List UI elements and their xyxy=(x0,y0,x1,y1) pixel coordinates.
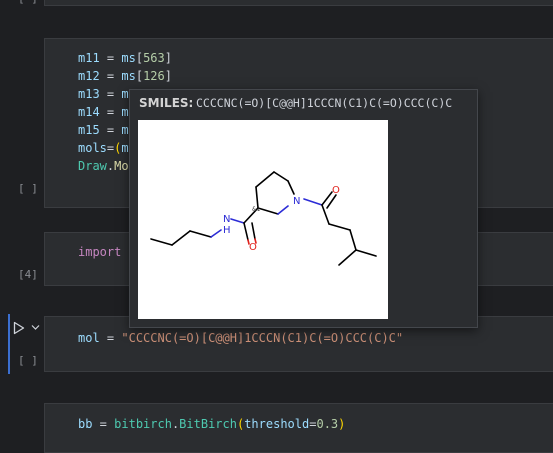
smiles-hover-tooltip: SMILES: CCCCNC(=O)[C@@H]1CCCN(C1)C(=O)CC… xyxy=(129,89,478,328)
code-line[interactable]: bb = bitbirch.BitBirch(threshold=0.3) xyxy=(78,415,345,433)
execution-count: [4] xyxy=(18,268,38,281)
code-line[interactable]: import xyxy=(78,243,121,261)
code-line[interactable]: m14 = m xyxy=(78,103,129,121)
code-line[interactable]: m13 = m xyxy=(78,85,129,103)
code-line[interactable]: m11 = ms[563] xyxy=(78,49,172,67)
notebook-cell-partial[interactable] xyxy=(44,0,553,6)
molecule-structure-image: N H O N O &1 xyxy=(138,120,388,319)
code-line[interactable]: mols=(m xyxy=(78,139,129,157)
atom-label: O xyxy=(249,242,257,253)
stereo-label: &1 xyxy=(252,206,261,213)
code-line[interactable]: mol = "CCCCNC(=O)[C@@H]1CCCN(C1)C(=O)CCC… xyxy=(78,329,403,347)
atom-label: H xyxy=(223,225,231,236)
code-line[interactable]: Draw.Mo xyxy=(78,157,129,175)
active-cell-indicator xyxy=(8,314,10,374)
execution-count: [ ] xyxy=(18,182,38,195)
chevron-down-icon[interactable] xyxy=(31,324,40,331)
cell-fold-label: [ ] xyxy=(18,0,38,5)
code-line[interactable]: m12 = ms[126] xyxy=(78,67,172,85)
smiles-string: CCCCNC(=O)[C@@H]1CCCN(C1)C(=O)CCC(C)C xyxy=(196,96,453,110)
atom-label: N xyxy=(293,196,300,207)
atom-label: O xyxy=(332,185,340,196)
execution-count: [ ] xyxy=(18,354,38,367)
smiles-label: SMILES: xyxy=(139,96,194,110)
code-line[interactable]: m15 = m xyxy=(78,121,129,139)
molecule-drawing: N H O N O &1 xyxy=(150,171,377,266)
run-triangle-icon[interactable] xyxy=(13,321,25,335)
atom-label: N xyxy=(223,214,230,225)
